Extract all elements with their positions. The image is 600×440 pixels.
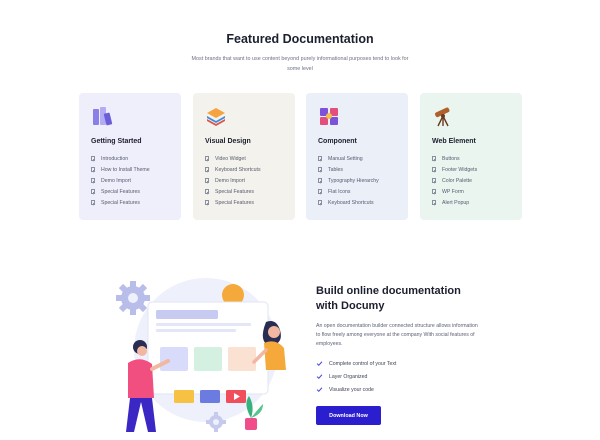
card-link[interactable]: Keyboard Shortcuts [318, 197, 396, 208]
book-stack-icon [93, 107, 113, 126]
feature-item: Complete control of your Text [316, 357, 516, 370]
document-icon [432, 167, 436, 172]
section-subtitle: Most brands that want to use content bey… [191, 56, 409, 72]
card-getting-started[interactable]: Getting Started Introduction How to Inst… [79, 93, 181, 220]
documentation-illustration [116, 278, 286, 432]
document-icon [91, 200, 95, 205]
documentation-cards: Getting Started Introduction How to Inst… [79, 93, 522, 220]
document-icon [205, 200, 209, 205]
build-title: Build online documentation with Documy [316, 285, 461, 312]
document-icon [91, 156, 95, 161]
card-title: Component [318, 138, 357, 145]
card-link[interactable]: Buttons [432, 153, 510, 164]
build-section: Build online documentation with Documy A… [316, 284, 516, 425]
card-link[interactable]: Manual Setting [318, 153, 396, 164]
document-icon [318, 156, 322, 161]
feature-item: Layer Organized [316, 370, 516, 383]
document-icon [205, 167, 209, 172]
card-link[interactable]: Special Features [205, 186, 283, 197]
card-link[interactable]: WP Form [432, 186, 510, 197]
telescope-icon [435, 107, 450, 127]
document-icon [91, 189, 95, 194]
check-icon [316, 374, 323, 379]
card-link[interactable]: Alert Popup [432, 197, 510, 208]
layers-icon [207, 108, 225, 126]
feature-list: Complete control of your Text Layer Orga… [316, 357, 516, 396]
card-link[interactable]: Special Features [205, 197, 283, 208]
document-icon [91, 178, 95, 183]
gear-icon [116, 281, 150, 315]
card-component[interactable]: Component Manual Setting Tables Typograp… [306, 93, 408, 220]
check-icon [316, 361, 323, 366]
document-icon [205, 156, 209, 161]
document-icon [318, 167, 322, 172]
card-link[interactable]: Special Features [91, 197, 169, 208]
card-title: Getting Started [91, 138, 142, 145]
card-title: Web Element [432, 138, 476, 145]
section-heading: Featured Documentation [226, 32, 374, 46]
feature-item: Visualize your code [316, 383, 516, 396]
card-link[interactable]: Typography Hierarchy [318, 175, 396, 186]
document-icon [432, 189, 436, 194]
card-link[interactable]: Tables [318, 164, 396, 175]
card-web-element[interactable]: Web Element Buttons Footer Widgets Color… [420, 93, 522, 220]
card-visual-design[interactable]: Visual Design Video Widget Keyboard Shor… [193, 93, 295, 220]
card-link[interactable]: Introduction [91, 153, 169, 164]
card-link[interactable]: Color Palette [432, 175, 510, 186]
document-icon [318, 189, 322, 194]
card-link[interactable]: Video Widget [205, 153, 283, 164]
card-link[interactable]: Demo Import [91, 175, 169, 186]
card-link[interactable]: Demo Import [205, 175, 283, 186]
cube-blocks-icon [320, 108, 338, 125]
document-icon [432, 156, 436, 161]
document-icon [205, 178, 209, 183]
download-now-button[interactable]: Download Now [316, 406, 381, 425]
document-icon [318, 200, 322, 205]
check-icon [316, 387, 323, 392]
document-icon [318, 178, 322, 183]
document-icon [432, 178, 436, 183]
build-description: An open documentation builder connected … [316, 323, 478, 347]
document-icon [91, 167, 95, 172]
card-link[interactable]: Footer Widgets [432, 164, 510, 175]
card-title: Visual Design [205, 138, 251, 145]
document-icon [205, 189, 209, 194]
card-link[interactable]: Flat Icons [318, 186, 396, 197]
card-link[interactable]: Special Features [91, 186, 169, 197]
card-link[interactable]: Keyboard Shortcuts [205, 164, 283, 175]
document-icon [432, 200, 436, 205]
card-link[interactable]: How to Install Theme [91, 164, 169, 175]
